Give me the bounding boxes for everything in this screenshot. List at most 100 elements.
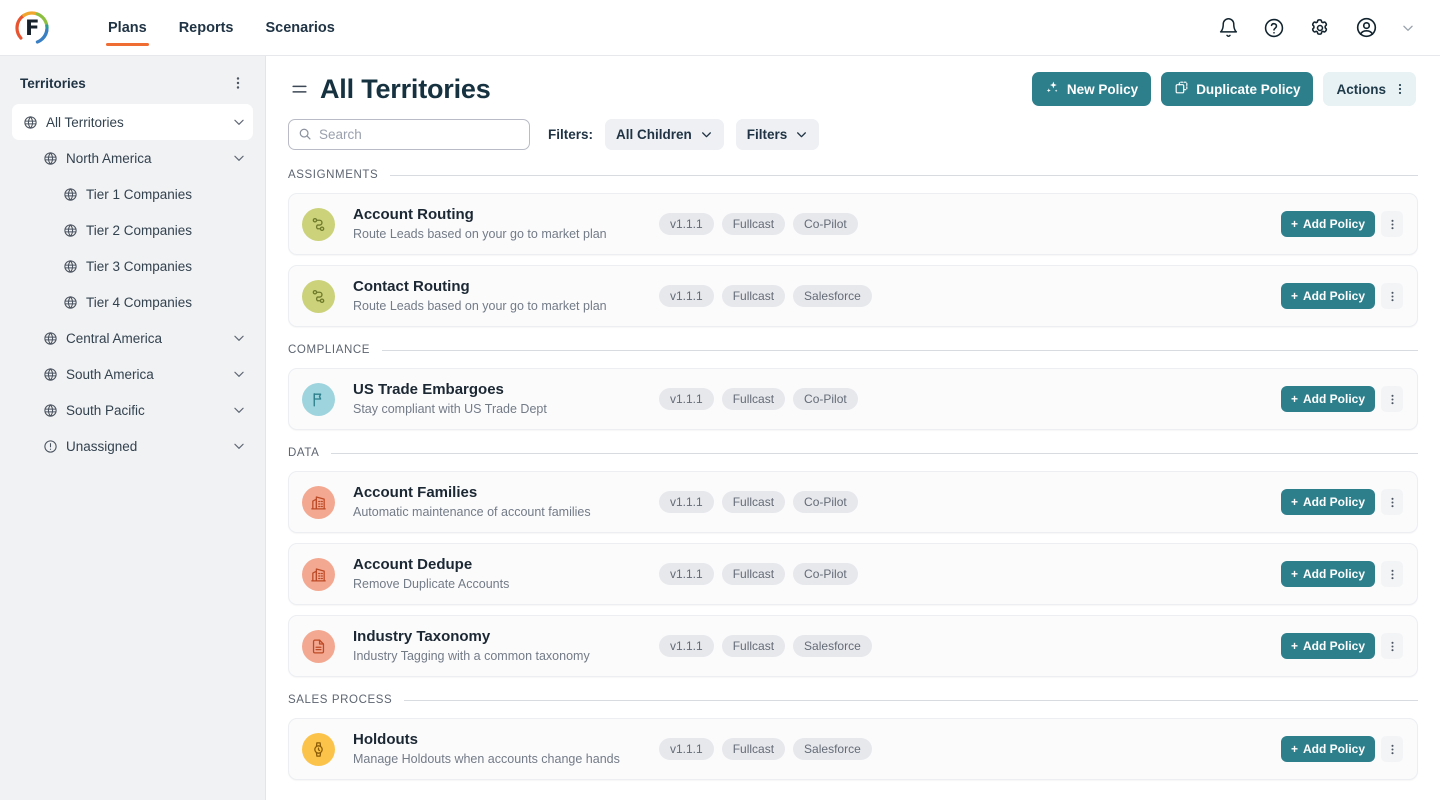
all-children-dropdown[interactable]: All Children xyxy=(605,118,724,150)
chevron-down-icon[interactable] xyxy=(231,150,247,166)
main-header: All Territories New Policy Duplicate Pol… xyxy=(266,56,1440,156)
policy-title: Account Dedupe xyxy=(353,555,473,573)
sidebar-item-south-america[interactable]: South America xyxy=(12,356,253,392)
policy-card-text: Account Routing Route Leads based on your… xyxy=(353,206,659,243)
plus-icon: + xyxy=(1290,567,1298,581)
sidebar-item-unassigned[interactable]: Unassigned xyxy=(12,428,253,464)
sidebar-item-tier-2-companies[interactable]: Tier 2 Companies xyxy=(12,212,253,248)
policy-card-actions: + Add Policy xyxy=(1280,561,1403,587)
section-header: SALES PROCESS xyxy=(288,687,1418,713)
actions-button[interactable]: Actions xyxy=(1323,72,1416,106)
sidebar-item-label: Unassigned xyxy=(66,438,138,454)
policy-tag: Co-Pilot xyxy=(793,213,858,235)
building-icon xyxy=(302,485,335,519)
sidebar-item-label: South America xyxy=(66,366,154,382)
sidebar-item-north-america[interactable]: North America xyxy=(12,140,253,176)
building-icon xyxy=(302,557,335,591)
nav-tab-reports[interactable]: Reports xyxy=(163,0,250,56)
sidebar-item-tier-3-companies[interactable]: Tier 3 Companies xyxy=(12,248,253,284)
policy-tag: Co-Pilot xyxy=(793,491,858,513)
policy-title: Account Routing xyxy=(353,205,474,223)
sidebar-item-south-pacific[interactable]: South Pacific xyxy=(12,392,253,428)
bell-icon[interactable] xyxy=(1216,16,1240,40)
policy-tag-group: v1.1.1 Fullcast Salesforce xyxy=(659,738,872,760)
add-policy-button[interactable]: + Add Policy xyxy=(1280,386,1375,412)
globe-icon xyxy=(42,366,59,383)
policy-card[interactable]: Contact Routing Route Leads based on your… xyxy=(288,265,1418,327)
app-logo[interactable]: F xyxy=(10,6,54,50)
policy-card[interactable]: Account Routing Route Leads based on your… xyxy=(288,193,1418,255)
policy-more-vertical-icon[interactable] xyxy=(1381,633,1403,659)
add-policy-button[interactable]: + Add Policy xyxy=(1280,561,1375,587)
chevron-down-icon[interactable] xyxy=(231,366,247,382)
chevron-down-icon[interactable] xyxy=(231,330,247,346)
policy-card[interactable]: Account Families Automatic maintenance of… xyxy=(288,471,1418,533)
chevron-down-icon[interactable] xyxy=(231,402,247,418)
policy-title: Account Families xyxy=(353,483,478,501)
hamburger-icon[interactable] xyxy=(288,78,310,100)
globe-icon xyxy=(22,114,39,131)
header-action-buttons: New Policy Duplicate Policy Actions xyxy=(1031,72,1416,106)
sidebar-item-tier-4-companies[interactable]: Tier 4 Companies xyxy=(12,284,253,320)
sidebar-item-all-territories[interactable]: All Territories xyxy=(12,104,253,140)
add-policy-button[interactable]: + Add Policy xyxy=(1280,633,1375,659)
add-policy-button[interactable]: + Add Policy xyxy=(1280,283,1375,309)
account-avatar-icon[interactable] xyxy=(1354,16,1378,40)
add-policy-button[interactable]: + Add Policy xyxy=(1280,736,1375,762)
section-divider xyxy=(390,174,1418,176)
policy-more-vertical-icon[interactable] xyxy=(1381,386,1403,412)
route-icon xyxy=(302,279,335,313)
add-policy-button[interactable]: + Add Policy xyxy=(1280,489,1375,515)
gear-icon[interactable] xyxy=(1308,16,1332,40)
chevron-down-icon[interactable] xyxy=(1400,16,1416,40)
duplicate-policy-label: Duplicate Policy xyxy=(1196,81,1301,97)
territory-tree: All Territories North America Tier 1 Compa… xyxy=(12,104,253,464)
filters-dropdown[interactable]: Filters xyxy=(735,118,820,150)
flag-icon xyxy=(302,382,335,416)
sidebar-item-tier-1-companies[interactable]: Tier 1 Companies xyxy=(12,176,253,212)
policy-tag-group: v1.1.1 Fullcast Co-Pilot xyxy=(659,213,858,235)
sidebar-header: Territories xyxy=(12,62,253,104)
sidebar-more-vertical-icon[interactable] xyxy=(227,72,249,94)
globe-icon xyxy=(42,330,59,347)
policy-more-vertical-icon[interactable] xyxy=(1381,736,1403,762)
primary-nav-tabs: Plans Reports Scenarios xyxy=(92,0,351,56)
sparkle-icon xyxy=(1045,80,1060,98)
policy-card[interactable]: Holdouts Manage Holdouts when accounts ch… xyxy=(288,718,1418,780)
new-policy-button[interactable]: New Policy xyxy=(1031,72,1152,106)
help-circle-icon[interactable] xyxy=(1262,16,1286,40)
chevron-down-icon[interactable] xyxy=(231,114,247,130)
policy-tag: v1.1.1 xyxy=(659,388,714,410)
add-policy-label: Add Policy xyxy=(1302,639,1365,653)
search-input[interactable] xyxy=(319,126,520,142)
policy-card-actions: + Add Policy xyxy=(1280,736,1403,762)
policy-title: Industry Taxonomy xyxy=(353,627,491,645)
route-icon xyxy=(302,207,335,241)
policy-tag: Fullcast xyxy=(721,285,786,307)
policy-tag-group: v1.1.1 Fullcast Co-Pilot xyxy=(659,388,858,410)
policy-more-vertical-icon[interactable] xyxy=(1381,211,1403,237)
globe-icon xyxy=(62,222,79,239)
search-icon xyxy=(298,127,312,141)
policy-subtitle: Stay compliant with US Trade Dept xyxy=(353,401,547,416)
search-box[interactable] xyxy=(288,118,530,150)
actions-label: Actions xyxy=(1336,81,1386,97)
sidebar-item-central-america[interactable]: Central America xyxy=(12,320,253,356)
nav-tab-scenarios[interactable]: Scenarios xyxy=(249,0,350,56)
policy-more-vertical-icon[interactable] xyxy=(1381,283,1403,309)
nav-tab-plans[interactable]: Plans xyxy=(92,0,163,56)
duplicate-policy-button[interactable]: Duplicate Policy xyxy=(1161,72,1314,106)
policy-card[interactable]: Industry Taxonomy Industry Tagging with a… xyxy=(288,615,1418,677)
policy-tag: Fullcast xyxy=(721,563,786,585)
chevron-down-icon[interactable] xyxy=(231,438,247,454)
policy-more-vertical-icon[interactable] xyxy=(1381,489,1403,515)
section-header: ASSIGNMENTS xyxy=(288,162,1418,188)
policy-more-vertical-icon[interactable] xyxy=(1381,561,1403,587)
policy-card[interactable]: Account Dedupe Remove Duplicate Accounts v… xyxy=(288,543,1418,605)
globe-icon xyxy=(62,294,79,311)
add-policy-button[interactable]: + Add Policy xyxy=(1280,211,1375,237)
plus-icon: + xyxy=(1290,392,1298,406)
plus-icon: + xyxy=(1290,289,1298,303)
policy-card[interactable]: US Trade Embargoes Stay compliant with US… xyxy=(288,368,1418,430)
sidebar-item-label: Tier 3 Companies xyxy=(86,258,193,274)
